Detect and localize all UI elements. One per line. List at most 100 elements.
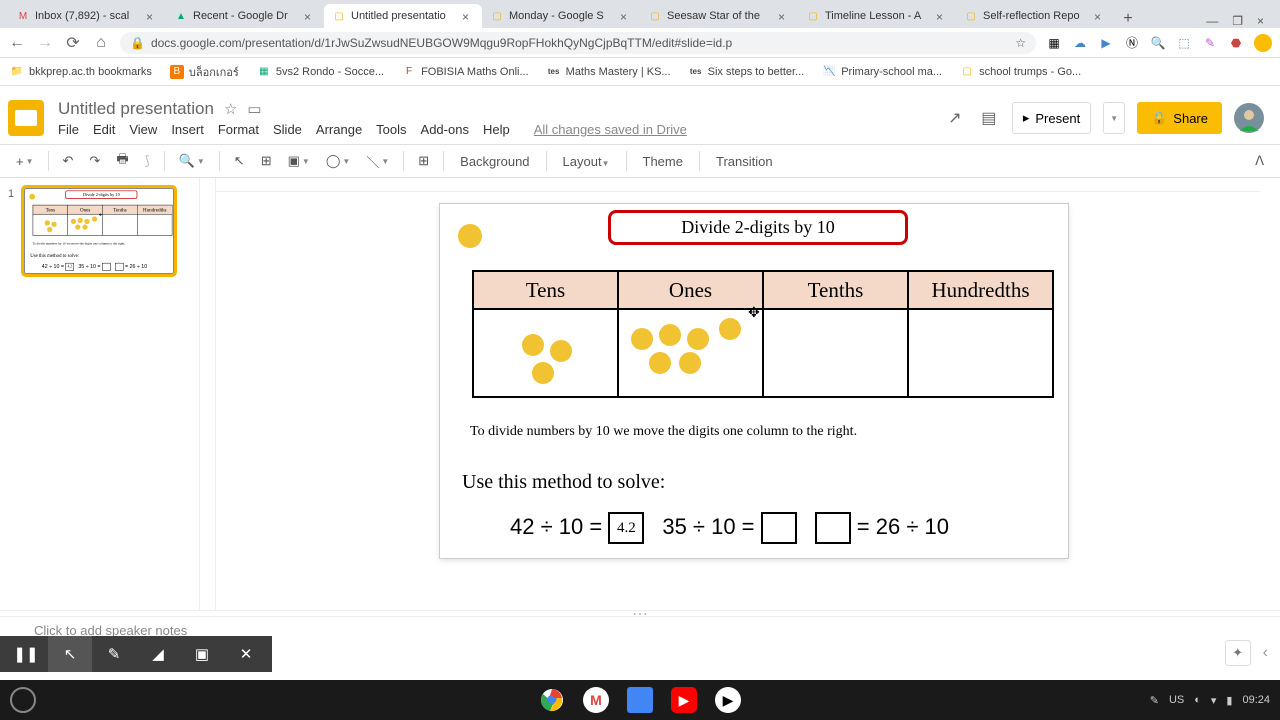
filmstrip[interactable]: 1 Divide 2-digits by 10 Tens Ones Tenths… <box>0 178 200 610</box>
close-icon[interactable]: × <box>620 10 632 22</box>
line-tool[interactable]: ＼▼ <box>360 148 395 175</box>
star-icon[interactable]: ☆ <box>224 100 237 118</box>
counter-dot[interactable] <box>532 362 554 384</box>
prompt-text[interactable]: Use this method to solve: <box>462 471 665 494</box>
pointer-button[interactable]: ↖ <box>48 636 92 672</box>
camera-button[interactable]: ▣ <box>180 636 224 672</box>
equation-2[interactable]: 35 ÷ 10 = <box>78 263 110 271</box>
account-avatar[interactable] <box>1234 103 1264 133</box>
slides-logo[interactable] <box>8 100 44 136</box>
menu-file[interactable]: File <box>58 122 79 137</box>
menu-edit[interactable]: Edit <box>93 122 115 137</box>
equation-1[interactable]: 42 ÷ 10 = 4.2 <box>42 263 74 271</box>
explore-button[interactable]: ✦ <box>1225 640 1251 666</box>
cell-tenths[interactable] <box>103 214 138 235</box>
counter-dot[interactable] <box>687 328 709 350</box>
counter-dot[interactable] <box>71 219 76 224</box>
menu-arrange[interactable]: Arrange <box>316 122 362 137</box>
ext-icon[interactable]: ✎ <box>1202 35 1218 51</box>
prompt-text[interactable]: Use this method to solve: <box>30 253 79 259</box>
counter-dot[interactable] <box>649 352 671 374</box>
bookmark[interactable]: ▢school trumps - Go... <box>960 65 1081 79</box>
back-button[interactable]: ← <box>8 34 26 52</box>
slide-title[interactable]: Divide 2-digits by 10 <box>65 190 137 198</box>
tab-inbox[interactable]: MInbox (7,892) - scal× <box>8 4 166 28</box>
counter-dot[interactable] <box>82 225 87 230</box>
select-tool[interactable]: ↖ <box>228 149 251 173</box>
new-tab-button[interactable]: + <box>1114 10 1134 28</box>
comments-icon[interactable]: ▤ <box>978 107 1000 129</box>
close-recording-button[interactable]: ✕ <box>224 636 268 672</box>
ext-icon[interactable]: ⬚ <box>1176 35 1192 51</box>
youtube-app-icon[interactable]: ▶ <box>671 687 697 713</box>
equation-3[interactable]: = 26 ÷ 10 <box>115 263 147 271</box>
menu-help[interactable]: Help <box>483 122 510 137</box>
save-status[interactable]: All changes saved in Drive <box>534 122 687 137</box>
place-value-table[interactable]: Tens Ones Tenths Hundredths <box>33 205 173 236</box>
close-icon[interactable]: × <box>304 10 316 22</box>
keyboard-lang[interactable]: US <box>1169 694 1184 706</box>
pen-button[interactable]: ✎ <box>92 636 136 672</box>
bookmark[interactable]: tesSix steps to better... <box>689 65 805 79</box>
home-button[interactable]: ⌂ <box>92 34 110 52</box>
bookmark[interactable]: Bบล็อกเกอร์ <box>170 63 239 81</box>
close-icon[interactable]: × <box>1094 10 1106 22</box>
menu-addons[interactable]: Add-ons <box>421 122 469 137</box>
equation-2[interactable]: 35 ÷ 10 = <box>662 512 796 544</box>
counter-dot[interactable] <box>75 225 80 230</box>
cell-ones[interactable] <box>618 309 763 397</box>
answer-box[interactable]: 4.2 <box>65 263 74 271</box>
reload-button[interactable]: ⟳ <box>64 34 82 52</box>
activity-icon[interactable]: ↗ <box>944 107 966 129</box>
tab-monday[interactable]: ▢Monday - Google S× <box>482 4 640 28</box>
theme-button[interactable]: Theme <box>635 150 691 173</box>
present-button[interactable]: ▸Present <box>1012 102 1091 134</box>
cell-ones[interactable] <box>68 214 103 235</box>
profile-icon[interactable] <box>1254 34 1272 52</box>
answer-box[interactable] <box>115 263 124 271</box>
cell-hundredths[interactable] <box>137 214 172 235</box>
battery-icon[interactable]: ▮ <box>1226 694 1232 707</box>
answer-box[interactable]: 4.2 <box>608 512 644 544</box>
counter-dot[interactable] <box>78 218 83 223</box>
chrome-app-icon[interactable] <box>539 687 565 713</box>
shape-tool[interactable]: ◯▼ <box>320 149 356 173</box>
layout-button[interactable]: Layout▼ <box>555 150 618 173</box>
menu-insert[interactable]: Insert <box>171 122 204 137</box>
close-icon[interactable]: × <box>146 10 158 22</box>
bookmark[interactable]: ▦5vs2 Rondo - Socce... <box>257 65 384 79</box>
ext-icon[interactable]: Ⓝ <box>1124 35 1140 51</box>
pen-tray-icon[interactable]: ✎ <box>1150 694 1159 707</box>
ext-icon[interactable]: ▶ <box>1098 35 1114 51</box>
tab-timeline[interactable]: ▢Timeline Lesson - A× <box>798 4 956 28</box>
close-icon[interactable]: × <box>778 10 790 22</box>
close-window-button[interactable]: × <box>1257 14 1264 28</box>
menu-tools[interactable]: Tools <box>376 122 406 137</box>
move-icon[interactable]: ▭ <box>247 100 261 118</box>
answer-box[interactable] <box>102 263 111 271</box>
instruction-text[interactable]: To divide numbers by 10 we move the digi… <box>32 242 125 246</box>
chevron-left-icon[interactable]: ‹ <box>1263 644 1268 662</box>
ext-icon[interactable]: ▦ <box>1046 35 1062 51</box>
counter-dot[interactable] <box>550 340 572 362</box>
url-input[interactable]: 🔒 docs.google.com/presentation/d/1rJwSuZ… <box>120 32 1036 54</box>
notification-icon[interactable]: ◐ <box>1194 694 1201 706</box>
comment-tool[interactable]: ⊞ <box>412 149 435 173</box>
close-icon[interactable]: × <box>462 10 474 22</box>
menu-view[interactable]: View <box>129 122 157 137</box>
close-icon[interactable]: × <box>936 10 948 22</box>
bookmark[interactable]: 📁bkkprep.ac.th bookmarks <box>10 65 152 79</box>
present-dropdown[interactable]: ▼ <box>1103 102 1125 134</box>
system-tray[interactable]: ✎ US ◐ ▾ ▮ 09:24 <box>1150 694 1270 707</box>
slide[interactable]: Divide 2-digits by 10 Tens Ones Tenths H… <box>440 204 1068 558</box>
counter-dot[interactable] <box>45 220 50 225</box>
counter-dot[interactable] <box>719 318 741 340</box>
maximize-button[interactable]: ❐ <box>1232 14 1243 28</box>
slide-title[interactable]: Divide 2-digits by 10 <box>608 210 908 245</box>
docs-app-icon[interactable] <box>627 687 653 713</box>
slide-thumbnail[interactable]: Divide 2-digits by 10 Tens Ones Tenths H… <box>24 188 174 274</box>
ext-icon[interactable]: ☁ <box>1072 35 1088 51</box>
clock[interactable]: 09:24 <box>1242 694 1270 706</box>
counter-dot[interactable] <box>458 224 482 248</box>
background-button[interactable]: Background <box>452 150 537 173</box>
